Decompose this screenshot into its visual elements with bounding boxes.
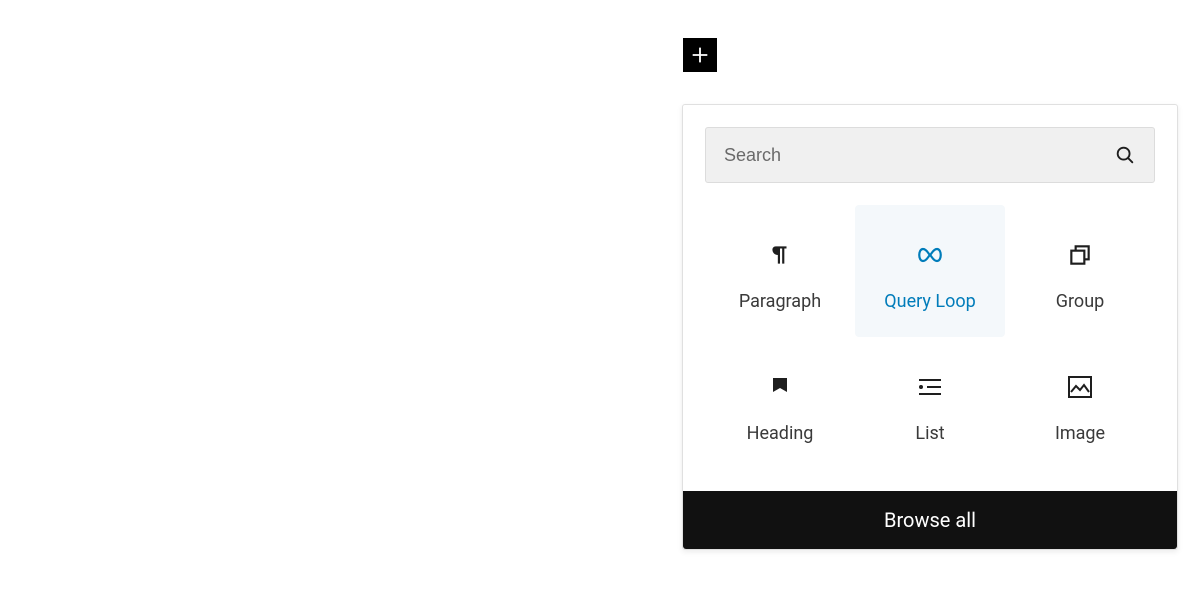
search-box <box>705 127 1155 183</box>
search-container <box>683 105 1177 183</box>
query-loop-icon <box>915 231 945 279</box>
add-block-button[interactable] <box>683 38 717 72</box>
plus-icon <box>689 44 711 66</box>
block-group[interactable]: Group <box>1005 205 1155 337</box>
block-heading[interactable]: Heading <box>705 337 855 469</box>
block-paragraph[interactable]: Paragraph <box>705 205 855 337</box>
list-icon <box>917 363 943 411</box>
block-label: Query Loop <box>884 291 975 312</box>
block-label: Image <box>1055 423 1105 444</box>
group-icon <box>1067 231 1093 279</box>
block-label: Group <box>1056 291 1104 312</box>
block-label: List <box>915 423 944 444</box>
image-icon <box>1067 363 1093 411</box>
block-list[interactable]: List <box>855 337 1005 469</box>
block-inserter-panel: Paragraph Query Loop Group <box>682 104 1178 550</box>
block-label: Paragraph <box>739 291 821 312</box>
search-icon <box>1096 144 1154 166</box>
search-input[interactable] <box>706 145 1096 166</box>
block-grid: Paragraph Query Loop Group <box>683 183 1177 491</box>
browse-all-label: Browse all <box>884 508 976 532</box>
block-label: Heading <box>747 423 814 444</box>
browse-all-button[interactable]: Browse all <box>683 491 1177 549</box>
paragraph-icon <box>767 231 793 279</box>
heading-icon <box>769 363 791 411</box>
block-image[interactable]: Image <box>1005 337 1155 469</box>
block-query-loop[interactable]: Query Loop <box>855 205 1005 337</box>
